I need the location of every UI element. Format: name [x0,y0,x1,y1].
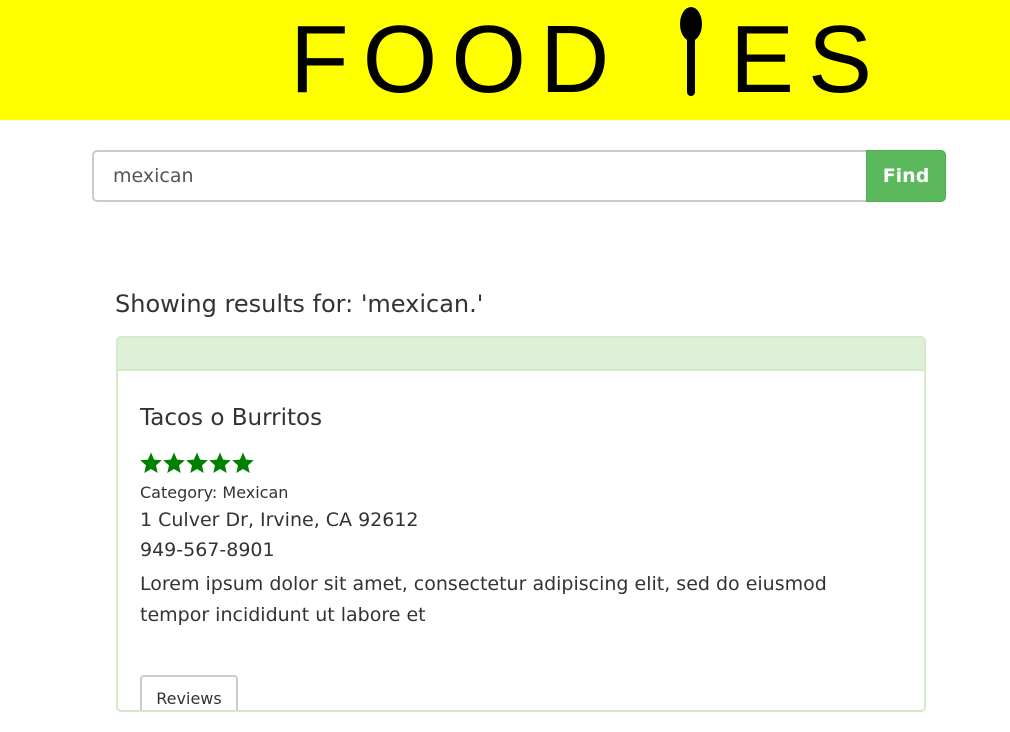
star-icon [232,452,254,473]
logo-letters: FOOD [290,6,623,108]
restaurant-category: Category: Mexican [140,483,289,502]
logo-text-end: ES [730,6,870,108]
star-icon [163,452,185,473]
star-icon [140,452,162,473]
reviews-button[interactable]: Reviews [140,675,238,710]
logo-text-start: FOOD [290,6,623,108]
foodies-logo: FOOD ES [290,6,870,108]
find-button[interactable]: Find [866,150,946,202]
restaurant-description: Lorem ipsum dolor sit amet, consectetur … [140,573,827,626]
card-header [118,338,924,371]
star-icon [186,452,208,473]
restaurant-address: 1 Culver Dr, Irvine, CA 92612 [140,509,419,531]
restaurant-phone: 949-567-8901 [140,539,275,561]
site-header: FOOD ES [0,0,1010,120]
restaurant-name: Tacos o Burritos [140,405,323,431]
star-icon [209,452,231,473]
result-card: Tacos o Burritos Category: Mexican 1 Cul… [116,336,926,712]
search-input[interactable] [92,150,866,202]
spoon-icon [680,7,702,96]
results-heading: Showing results for: 'mexican.' [115,290,484,318]
star-rating [139,451,254,477]
